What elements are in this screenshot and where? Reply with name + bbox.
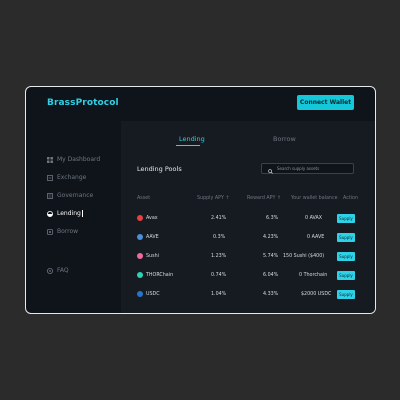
wallet-balance-value: 150 Sushi ($400) (283, 254, 325, 259)
reward-apy-value: 4.23% (263, 235, 279, 240)
table-header: Asset Supply APY ↑ Reward APY ↑ Your wal… (121, 196, 375, 204)
supply-button[interactable]: Supply (337, 271, 355, 280)
avax-icon (137, 215, 143, 221)
asset-name: Avax (146, 215, 158, 221)
supply-button[interactable]: Supply (337, 233, 355, 242)
sidebar-item-label: My Dashboard (57, 156, 101, 163)
supply-button[interactable]: Supply (337, 214, 355, 223)
sidebar-item-label: FAQ (57, 267, 69, 274)
table-row: THORChain 0.74% 6.04% 0 Thorchain Supply (121, 270, 375, 282)
sidebar-item-label: Lending (57, 210, 81, 217)
asset-cell: Sushi (137, 253, 159, 259)
aave-icon (137, 234, 143, 240)
sushi-icon (137, 253, 143, 259)
sidebar-item-faq[interactable]: FAQ (46, 266, 69, 275)
supply-button[interactable]: Supply (337, 252, 355, 261)
supply-button[interactable]: Supply (337, 290, 355, 299)
main-panel: Lending Borrow Lending Pools Asset Suppl… (121, 121, 375, 313)
sidebar-item-exchange[interactable]: Exchange (46, 173, 86, 182)
sidebar-item-my-dashboard[interactable]: My Dashboard (46, 155, 100, 164)
asset-cell: USDC (137, 291, 160, 297)
reward-apy-value: 6.3% (266, 216, 279, 221)
sidebar-item-governance[interactable]: Governance (46, 191, 93, 200)
asset-cell: AAVE (137, 234, 159, 240)
wallet-balance-value: 0 AVAX (305, 216, 323, 221)
supply-apy-value: 1.04% (211, 292, 227, 297)
column-header-supply-apy[interactable]: Supply APY ↑ (197, 196, 229, 201)
column-header-asset: Asset (137, 196, 151, 201)
sidebar-item-borrow[interactable]: Borrow (46, 227, 78, 236)
sidebar: My Dashboard Exchange Governance Lending (26, 121, 121, 313)
asset-name: AAVE (146, 234, 159, 240)
governance-icon (46, 192, 53, 199)
asset-cell: THORChain (137, 272, 173, 278)
active-tab-indicator (176, 145, 200, 146)
connect-wallet-button[interactable]: Connect Wallet (297, 95, 354, 110)
thorchain-icon (137, 272, 143, 278)
grid-icon (46, 156, 53, 163)
tab-borrow[interactable]: Borrow (273, 135, 296, 143)
sidebar-item-label: Borrow (57, 228, 79, 235)
app-window: BrassProtocol Connect Wallet My Dashboar… (25, 86, 376, 314)
column-header-wallet-balance: Your wallet balance (291, 196, 338, 201)
sidebar-item-label: Exchange (57, 174, 87, 181)
top-bar: BrassProtocol Connect Wallet (26, 87, 375, 121)
lending-icon (46, 210, 53, 217)
reward-apy-value: 4.33% (263, 292, 279, 297)
asset-name: THORChain (146, 272, 174, 278)
column-header-reward-apy[interactable]: Reward APY ↑ (247, 196, 281, 201)
supply-apy-value: 0.74% (211, 273, 227, 278)
search-box[interactable] (261, 163, 354, 174)
search-input[interactable] (277, 166, 353, 171)
usdc-icon (137, 291, 143, 297)
column-header-action: Action (343, 196, 359, 201)
tab-lending[interactable]: Lending (179, 135, 205, 143)
sidebar-item-label: Governance (57, 192, 94, 199)
question-icon (46, 267, 53, 274)
table-row: AAVE 0.3% 4.23% 0 AAVE Supply (121, 232, 375, 244)
sidebar-item-lending[interactable]: Lending (46, 209, 83, 218)
wallet-balance-value: 0 Thorchain (299, 273, 328, 278)
supply-apy-value: 2.41% (211, 216, 227, 221)
supply-apy-value: 1.23% (211, 254, 227, 259)
search-icon (268, 159, 273, 178)
reward-apy-value: 5.74% (263, 254, 279, 259)
asset-name: Sushi (146, 253, 159, 259)
wallet-balance-value: 0 AAVE (307, 235, 325, 240)
borrow-icon (46, 228, 53, 235)
asset-name: USDC (146, 291, 160, 297)
table-row: USDC 1.04% 4.33% $2000 USDC Supply (121, 289, 375, 301)
text-cursor (81, 210, 83, 217)
supply-apy-value: 0.3% (213, 235, 226, 240)
asset-cell: Avax (137, 215, 158, 221)
wallet-balance-value: $2000 USDC (301, 292, 332, 297)
section-title: Lending Pools (137, 165, 182, 173)
brand-logo: BrassProtocol (47, 98, 119, 108)
reward-apy-value: 6.04% (263, 273, 279, 278)
exchange-icon (46, 174, 53, 181)
table-row: Avax 2.41% 6.3% 0 AVAX Supply (121, 213, 375, 225)
table-row: Sushi 1.23% 5.74% 150 Sushi ($400) Suppl… (121, 251, 375, 263)
